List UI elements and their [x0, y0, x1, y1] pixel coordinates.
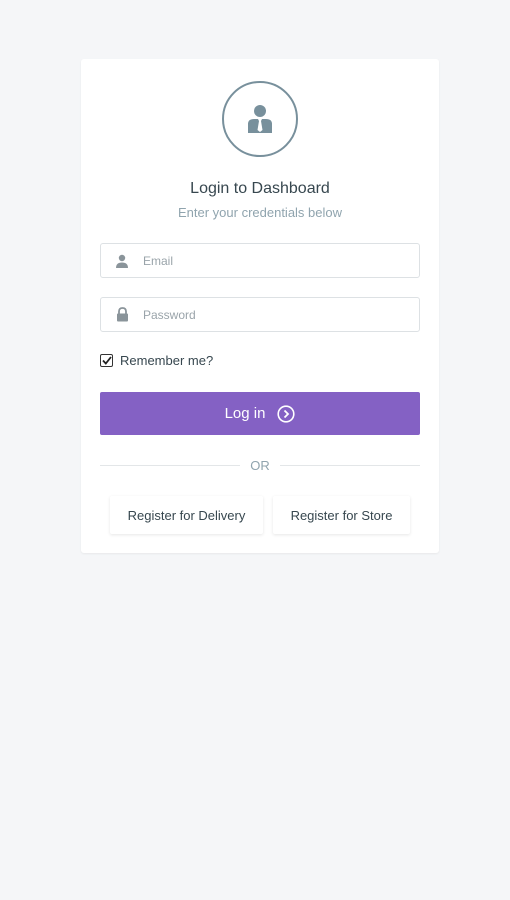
login-button-label: Log in [224, 405, 266, 422]
login-card: Login to Dashboard Enter your credential… [81, 59, 439, 553]
page-title: Login to Dashboard [190, 180, 330, 197]
email-field[interactable] [100, 243, 420, 278]
email-input[interactable] [143, 253, 403, 268]
divider-text: OR [250, 457, 270, 473]
or-divider: OR [100, 457, 420, 473]
user-icon [101, 254, 143, 268]
user-tie-icon [248, 105, 272, 133]
password-field[interactable] [100, 297, 420, 332]
login-button[interactable]: Log in [100, 392, 420, 435]
password-input[interactable] [143, 307, 403, 322]
register-delivery-button[interactable]: Register for Delivery [110, 496, 263, 534]
divider-line-left [100, 464, 241, 466]
page-subtitle: Enter your credentials below [177, 205, 343, 220]
remember-checkbox[interactable] [100, 354, 113, 367]
avatar [222, 81, 298, 157]
remember-label: Remember me? [120, 353, 214, 368]
register-delivery-label: Register for Delivery [127, 507, 246, 523]
chevron-right-circle-icon [277, 404, 296, 423]
remember-me[interactable]: Remember me? [100, 353, 213, 368]
register-store-button[interactable]: Register for Store [273, 496, 410, 534]
divider-line-right [279, 464, 420, 466]
lock-icon [101, 307, 143, 322]
register-store-label: Register for Store [290, 507, 393, 523]
check-icon [101, 356, 112, 365]
